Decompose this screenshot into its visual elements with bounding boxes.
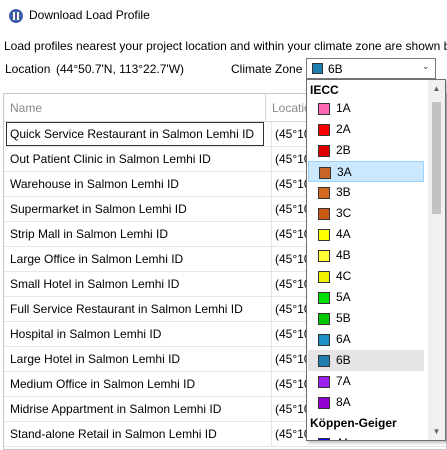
zone-option-label: 5A xyxy=(336,290,351,304)
row-location-cell[interactable]: (45°10 xyxy=(271,372,311,396)
zone-option-label: 2B xyxy=(336,143,351,157)
climate-zone-value: 6B xyxy=(328,62,343,76)
color-swatch xyxy=(318,124,330,136)
climate-zone-swatch xyxy=(312,63,323,74)
zone-option-4a[interactable]: 4A xyxy=(308,224,424,245)
row-name-cell[interactable]: Midrise Appartment in Salmon Lemhi ID xyxy=(10,397,264,421)
row-name-cell[interactable]: Supermarket in Salmon Lemhi ID xyxy=(10,197,264,221)
location-value: (44°50.7'N, 113°22.7'W) xyxy=(56,62,185,76)
climate-zone-select[interactable]: 6B ⌄ xyxy=(306,58,436,79)
zone-option-2b[interactable]: 2B xyxy=(308,140,424,161)
row-location-cell[interactable]: (45°10 xyxy=(271,397,311,421)
chevron-down-icon[interactable]: ⌄ xyxy=(422,61,430,72)
scrollbar-thumb[interactable] xyxy=(432,102,441,214)
group-header-koppen-geiger: Köppen-Geiger xyxy=(310,416,397,430)
row-location-cell[interactable]: (45°10 xyxy=(271,272,311,296)
row-location-cell[interactable]: (45°10 xyxy=(271,197,311,221)
row-name-cell[interactable]: Warehouse in Salmon Lemhi ID xyxy=(10,172,264,196)
app-icon xyxy=(9,9,23,23)
color-swatch xyxy=(318,229,330,241)
row-name-cell[interactable]: Stand-alone Retail in Salmon Lemhi ID xyxy=(10,422,264,446)
zone-option-6a[interactable]: 6A xyxy=(308,329,424,350)
title-bar: Download Load Profile xyxy=(0,0,447,31)
row-name-cell[interactable]: Small Hotel in Salmon Lemhi ID xyxy=(10,272,264,296)
row-name-cell[interactable]: Strip Mall in Salmon Lemhi ID xyxy=(10,222,264,246)
zone-option-label: 4A xyxy=(336,227,351,241)
row-name-cell[interactable]: Out Patient Clinic in Salmon Lemhi ID xyxy=(10,147,264,171)
location-label: Location xyxy=(5,62,51,76)
climate-zone-label: Climate Zone xyxy=(231,62,303,76)
zone-option-3c[interactable]: 3C xyxy=(308,203,424,224)
zone-option-label: 8A xyxy=(336,395,351,409)
color-swatch xyxy=(318,438,330,440)
row-name-cell[interactable]: Medium Office in Salmon Lemhi ID xyxy=(10,372,264,396)
row-location-cell[interactable]: (45°10 xyxy=(271,147,311,171)
row-location-cell[interactable]: (45°10 xyxy=(271,297,311,321)
dropdown-scrollbar[interactable]: ▲ ▼ xyxy=(428,80,445,440)
scroll-down-arrow-icon[interactable]: ▼ xyxy=(428,423,445,440)
zone-option-5b[interactable]: 5B xyxy=(308,308,424,329)
description-text: Load profiles nearest your project locat… xyxy=(4,39,447,53)
row-location-cell[interactable]: (45°10 xyxy=(271,422,311,446)
color-swatch xyxy=(318,145,330,157)
color-swatch xyxy=(319,167,331,179)
row-location-cell[interactable]: (45°10 xyxy=(271,222,311,246)
color-swatch xyxy=(318,187,330,199)
zone-option-label: 6A xyxy=(336,332,351,346)
color-swatch xyxy=(318,376,330,388)
color-swatch xyxy=(318,208,330,220)
zone-option-5a[interactable]: 5A xyxy=(308,287,424,308)
zone-option-label: 4C xyxy=(336,269,352,283)
row-location-cell[interactable]: (45°10 xyxy=(271,322,311,346)
row-location-cell[interactable]: (45°10 xyxy=(271,347,311,371)
row-name-cell[interactable]: Hospital in Salmon Lemhi ID xyxy=(10,322,264,346)
row-location-cell[interactable]: (45°10 xyxy=(271,122,311,146)
zone-option-4b[interactable]: 4B xyxy=(308,245,424,266)
color-swatch xyxy=(318,334,330,346)
row-name-cell[interactable]: Large Office in Salmon Lemhi ID xyxy=(10,247,264,271)
zone-option-3b[interactable]: 3B xyxy=(308,182,424,203)
zone-option-label: Af xyxy=(336,433,347,440)
color-swatch xyxy=(318,250,330,262)
row-name-cell[interactable]: Large Hotel in Salmon Lemhi ID xyxy=(10,347,264,371)
row-location-cell[interactable]: (45°10 xyxy=(271,172,311,196)
zone-option-label: 2A xyxy=(336,122,351,136)
zone-option-label: 3C xyxy=(336,206,352,220)
color-swatch xyxy=(318,103,330,115)
zone-option-1a[interactable]: 1A xyxy=(308,98,424,119)
column-header-name[interactable]: Name xyxy=(4,94,266,122)
row-name-cell[interactable]: Quick Service Restaurant in Salmon Lemhi… xyxy=(6,122,264,146)
zone-option-label: 5B xyxy=(336,311,351,325)
zone-option-af[interactable]: Af xyxy=(308,433,424,440)
climate-zone-dropdown-list: IECC 1A 2A 2B 3A 3B 3C 4A 4B 4C 5A 5B 6A 6B 7A 8A Köppen… xyxy=(306,79,446,441)
color-swatch xyxy=(318,271,330,283)
window-title: Download Load Profile xyxy=(29,8,150,22)
zone-option-label: 1A xyxy=(336,101,351,115)
row-name-cell[interactable]: Full Service Restaurant in Salmon Lemhi … xyxy=(10,297,264,321)
zone-option-label: 6B xyxy=(336,353,351,367)
scroll-up-arrow-icon[interactable]: ▲ xyxy=(428,80,445,97)
row-location-cell[interactable]: (45°10 xyxy=(271,247,311,271)
zone-option-8a[interactable]: 8A xyxy=(308,392,424,413)
color-swatch xyxy=(318,313,330,325)
color-swatch xyxy=(318,355,330,367)
zone-option-label: 3B xyxy=(336,185,351,199)
zone-option-2a[interactable]: 2A xyxy=(308,119,424,140)
zone-option-label: 4B xyxy=(336,248,351,262)
color-swatch xyxy=(318,292,330,304)
zone-option-6b[interactable]: 6B xyxy=(308,350,424,371)
zone-option-label: 3A xyxy=(337,165,352,179)
group-header-iecc: IECC xyxy=(310,83,339,97)
color-swatch xyxy=(318,397,330,409)
zone-option-label: 7A xyxy=(336,374,351,388)
zone-option-3a[interactable]: 3A xyxy=(308,161,424,182)
zone-option-7a[interactable]: 7A xyxy=(308,371,424,392)
zone-option-4c[interactable]: 4C xyxy=(308,266,424,287)
